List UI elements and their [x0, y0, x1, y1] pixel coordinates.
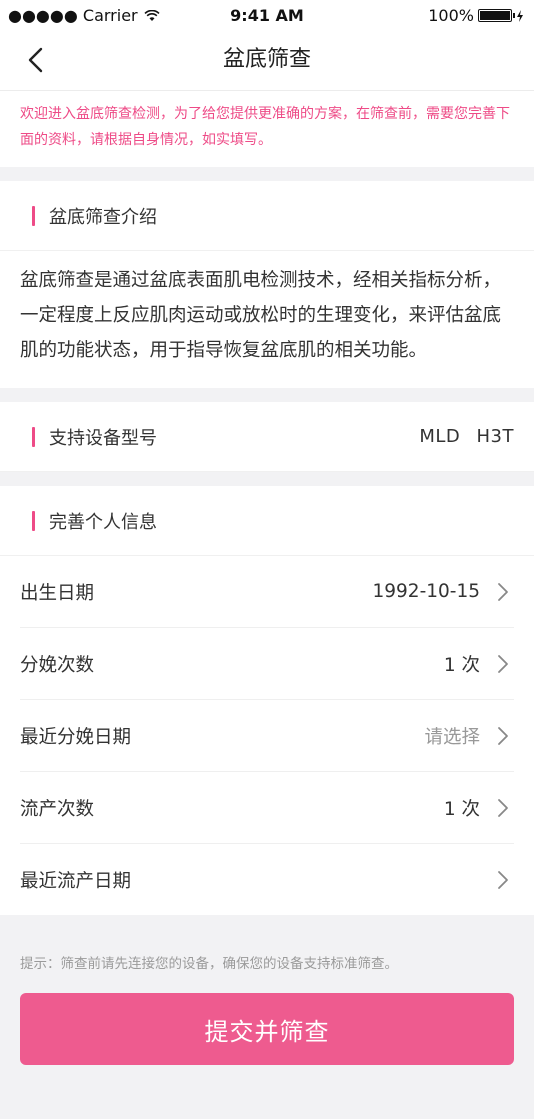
- battery-icon: [478, 9, 515, 22]
- device-models: MLD H3T: [419, 426, 514, 447]
- section-divider: [0, 388, 534, 402]
- device-heading: 支持设备型号: [49, 427, 157, 449]
- last-miscarriage-date-row[interactable]: 最近流产日期: [20, 844, 514, 915]
- accent-bar: [32, 510, 35, 531]
- last-delivery-date-row[interactable]: 最近分娩日期 请选择: [20, 700, 514, 772]
- intro-body: 盆底筛查是通过盆底表面肌电检测技术，经相关指标分析，一定程度上反应肌肉运动或放松…: [0, 251, 534, 388]
- personal-info-form: 出生日期 1992-10-15 分娩次数 1 次 最近分娩日期 请选择 流产次数…: [0, 556, 534, 915]
- miscarriage-count-row[interactable]: 流产次数 1 次: [20, 772, 514, 844]
- footer: 提示：筛查前请先连接您的设备，确保您的设备支持标准筛查。 提交并筛查: [0, 915, 534, 1065]
- battery-fill: [480, 11, 510, 20]
- chevron-right-icon: [498, 582, 508, 601]
- status-bar: ●●●●● Carrier 9:41 AM 100%: [0, 0, 534, 30]
- row-label: 出生日期: [20, 582, 95, 604]
- row-label: 分娩次数: [20, 654, 95, 676]
- intro-section-header: 盆底筛查介绍: [0, 181, 534, 251]
- chevron-left-icon[interactable]: [20, 44, 52, 76]
- delivery-count-row[interactable]: 分娩次数 1 次: [20, 628, 514, 700]
- submit-button[interactable]: 提交并筛查: [20, 993, 514, 1065]
- accent-bar: [32, 205, 35, 226]
- chevron-right-icon: [498, 870, 508, 889]
- charging-icon: [517, 9, 523, 22]
- row-label: 流产次数: [20, 798, 95, 820]
- chevron-right-icon: [498, 654, 508, 673]
- row-label: 最近流产日期: [20, 870, 132, 892]
- device-section-header: 支持设备型号 MLD H3T: [0, 402, 534, 472]
- personal-section-header: 完善个人信息: [0, 486, 534, 556]
- accent-bar: [32, 426, 35, 447]
- chevron-right-icon: [498, 726, 508, 745]
- notice-text: 欢迎进入盆底筛查检测，为了给您提供更准确的方案，在筛查前，需要您完善下面的资料，…: [0, 91, 534, 167]
- nav-bar: 盆底筛查: [0, 30, 534, 91]
- row-value: 1 次: [443, 798, 480, 820]
- intro-heading: 盆底筛查介绍: [49, 206, 157, 228]
- birth-date-row[interactable]: 出生日期 1992-10-15: [20, 556, 514, 628]
- row-value: 1992-10-15: [372, 581, 480, 602]
- status-right: 100%: [428, 6, 524, 25]
- personal-heading: 完善个人信息: [49, 511, 157, 533]
- row-label: 最近分娩日期: [20, 726, 132, 748]
- battery-percent: 100%: [428, 6, 474, 25]
- tip-text: 提示：筛查前请先连接您的设备，确保您的设备支持标准筛查。: [20, 956, 398, 972]
- row-value: 1 次: [443, 654, 480, 676]
- section-divider: [0, 472, 534, 486]
- page-title: 盆底筛查: [222, 47, 311, 72]
- section-divider: [0, 167, 534, 181]
- chevron-right-icon: [498, 798, 508, 817]
- row-value: 请选择: [424, 726, 480, 748]
